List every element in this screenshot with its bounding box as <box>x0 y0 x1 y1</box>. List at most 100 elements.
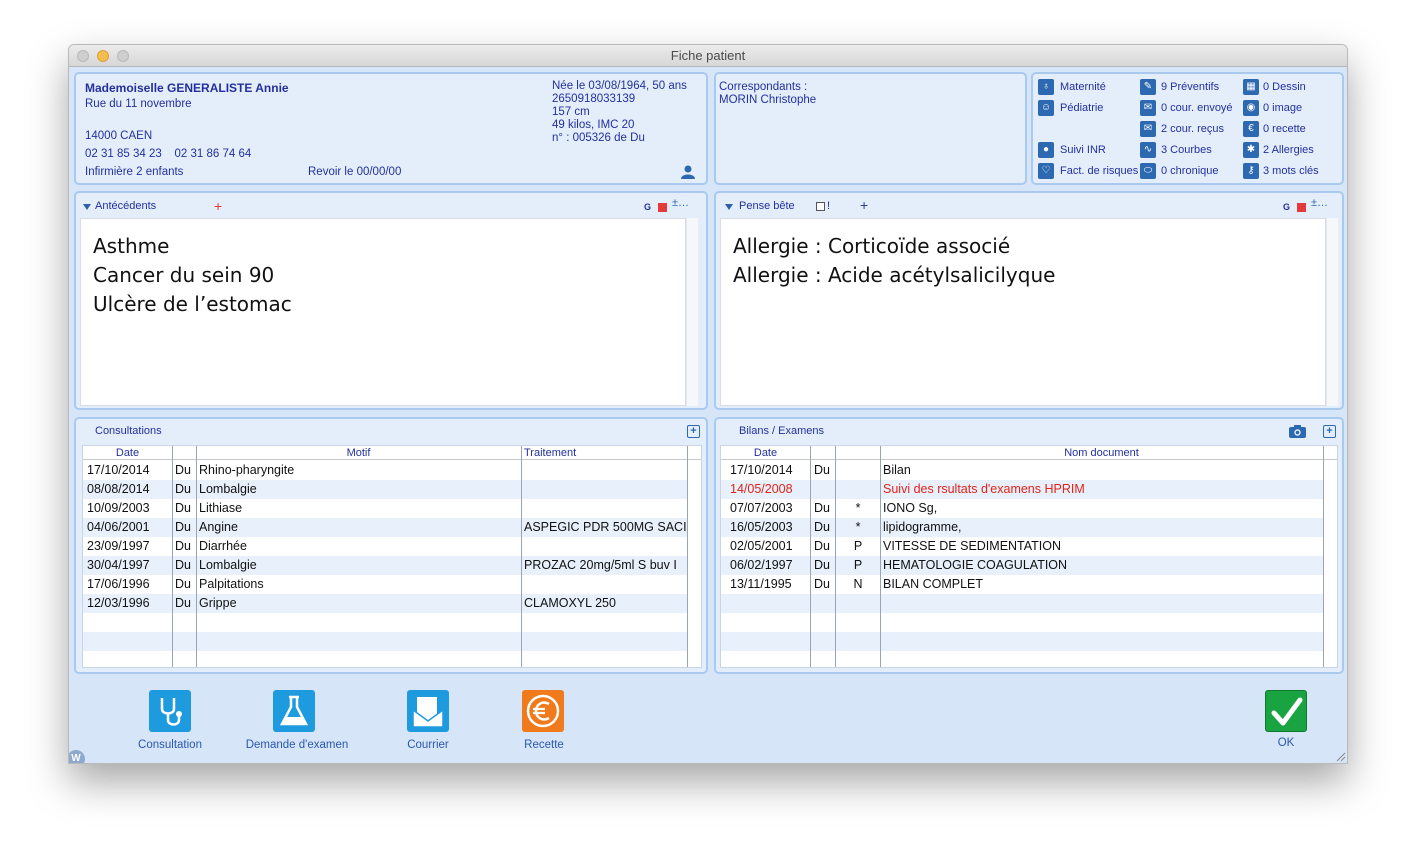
antecedents-color-icon[interactable] <box>658 203 667 212</box>
table-row[interactable] <box>721 651 1323 667</box>
table-row[interactable]: 12/03/1996 Du Grippe CLAMOXYL 250 <box>83 594 688 613</box>
envelope-received-icon[interactable]: ✉ <box>1140 121 1156 137</box>
pense-bete-scrollbar[interactable] <box>1326 218 1338 406</box>
zoom-window-button[interactable] <box>117 50 129 62</box>
close-window-button[interactable] <box>77 50 89 62</box>
add-bilan-icon[interactable]: + <box>1323 425 1336 438</box>
table-row[interactable]: 16/05/2003 Du * lipidogramme, <box>721 518 1323 537</box>
stat-dessin[interactable]: 0 Dessin <box>1263 79 1306 95</box>
consultation-button[interactable] <box>149 690 191 732</box>
recette-button[interactable] <box>522 690 564 732</box>
euro-icon[interactable]: € <box>1243 121 1259 137</box>
stat-risk-factors[interactable]: Fact. de risques <box>1060 163 1138 179</box>
table-cell: 04/06/2001 <box>87 520 150 534</box>
collapse-triangle-icon[interactable] <box>725 204 733 210</box>
recette-label[interactable]: Recette <box>499 739 589 751</box>
table-row[interactable]: 04/06/2001 Du Angine ASPEGIC PDR 500MG SACI <box>83 518 688 537</box>
pense-bete-color-icon[interactable] <box>1297 203 1306 212</box>
stat-mots-cles[interactable]: 3 mots clés <box>1263 163 1319 179</box>
stat-maternite[interactable]: Maternité <box>1060 79 1106 95</box>
table-row[interactable]: 23/09/1997 Du Diarrhée <box>83 537 688 556</box>
stat-recette[interactable]: 0 recette <box>1263 121 1306 137</box>
corner-badge[interactable]: W <box>69 750 85 763</box>
table-row[interactable] <box>83 613 688 632</box>
table-row[interactable] <box>721 632 1323 651</box>
add-pense-bete-button[interactable]: + <box>860 197 868 213</box>
font-size-icon[interactable]: ±… <box>1311 197 1328 209</box>
table-row[interactable] <box>721 613 1323 632</box>
stat-courbes[interactable]: 3 Courbes <box>1161 142 1212 158</box>
demande-examen-button[interactable] <box>273 690 315 732</box>
stat-pediatrie[interactable]: Pédiatrie <box>1060 100 1103 116</box>
stat-courrier-envoye[interactable]: 0 cour. envoyé <box>1161 100 1233 116</box>
syringe-icon[interactable]: ✎ <box>1140 79 1156 95</box>
chart-curve-icon[interactable]: ∿ <box>1140 142 1156 158</box>
pense-bete-editor[interactable]: Allergie : Corticoïde associé Allergie :… <box>720 218 1326 406</box>
antecedents-editor[interactable]: Asthme Cancer du sein 90 Ulcère de l’est… <box>80 218 686 406</box>
add-antecedent-button[interactable]: + <box>214 198 222 214</box>
patient-street: Rue du 11 novembre <box>85 98 192 110</box>
courrier-label[interactable]: Courrier <box>383 739 473 751</box>
pense-bete-g-button[interactable]: G <box>1283 202 1290 212</box>
antecedents-g-button[interactable]: G <box>644 202 651 212</box>
maternity-icon[interactable]: ♁ <box>1038 79 1054 95</box>
stat-courrier-recus[interactable]: 2 cour. reçus <box>1161 121 1224 137</box>
patient-name[interactable]: Mademoiselle GENERALISTE Annie <box>85 81 289 95</box>
table-row[interactable]: 30/04/1997 Du Lombalgie PROZAC 20mg/5ml S b… <box>83 556 688 575</box>
table-cell: Du <box>814 539 830 553</box>
table-row[interactable]: 17/10/2014 Du Rhino-pharyngite <box>83 461 688 480</box>
correspondant-name[interactable]: MORIN Christophe <box>719 93 816 107</box>
table-cell: Du <box>814 520 830 534</box>
add-consultation-icon[interactable]: + <box>687 425 700 438</box>
pense-bete-panel: Pense bête ! + G ±… Allergie : Corticoïd… <box>714 191 1344 410</box>
table-cell: 10/09/2003 <box>87 501 150 515</box>
stat-image[interactable]: 0 image <box>1263 100 1302 116</box>
ok-label[interactable]: OK <box>1261 737 1311 749</box>
heart-icon[interactable]: ♡ <box>1038 163 1054 179</box>
table-row[interactable]: 13/11/1995 Du N BILAN COMPLET <box>721 575 1323 594</box>
consultation-label[interactable]: Consultation <box>123 739 217 751</box>
table-row[interactable]: 14/05/2008 Suivi des rsultats d'examens H… <box>721 480 1323 499</box>
camera-icon[interactable]: ◉ <box>1243 100 1259 116</box>
pense-bete-checkbox[interactable] <box>816 202 825 211</box>
pill-icon[interactable]: ⬭ <box>1140 163 1156 179</box>
column-header-motif[interactable]: Motif <box>196 446 521 460</box>
antecedents-scrollbar[interactable] <box>686 218 698 406</box>
table-cell: 14/05/2008 <box>730 482 793 496</box>
demande-examen-label[interactable]: Demande d'examen <box>237 739 357 751</box>
stat-chronique[interactable]: 0 chronique <box>1161 163 1219 179</box>
stat-preventifs[interactable]: 9 Préventifs <box>1161 79 1219 95</box>
table-row[interactable]: 06/02/1997 Du P HEMATOLOGIE COAGULATION <box>721 556 1323 575</box>
resize-grip-icon[interactable] <box>1334 750 1346 762</box>
ok-button[interactable] <box>1265 690 1307 732</box>
minimize-window-button[interactable] <box>97 50 109 62</box>
table-row[interactable] <box>721 594 1323 613</box>
allergy-cat-icon[interactable]: ✱ <box>1243 142 1259 158</box>
letter-icon <box>412 697 444 728</box>
table-row[interactable] <box>83 651 688 667</box>
column-header-date[interactable]: Date <box>721 446 810 460</box>
user-icon[interactable] <box>680 164 696 180</box>
inr-drop-icon[interactable]: ● <box>1038 142 1054 158</box>
column-header-date[interactable]: Date <box>83 446 172 460</box>
envelope-sent-icon[interactable]: ✉ <box>1140 100 1156 116</box>
table-row[interactable]: 08/08/2014 Du Lombalgie <box>83 480 688 499</box>
drawing-icon[interactable]: ▦ <box>1243 79 1259 95</box>
collapse-triangle-icon[interactable] <box>83 204 91 210</box>
table-row[interactable]: 02/05/2001 Du P VITESSE DE SEDIMENTATION <box>721 537 1323 556</box>
table-row[interactable]: 17/10/2014 Du Bilan <box>721 461 1323 480</box>
column-header-nom-document[interactable]: Nom document <box>880 446 1323 460</box>
stat-allergies[interactable]: 2 Allergies <box>1263 142 1314 158</box>
font-size-icon[interactable]: ±… <box>672 197 689 209</box>
table-row[interactable]: 07/07/2003 Du * IONO Sg, <box>721 499 1323 518</box>
camera-icon[interactable] <box>1288 424 1307 439</box>
revoir-date[interactable]: Revoir le 00/00/00 <box>308 165 401 179</box>
table-row[interactable]: 17/06/1996 Du Palpitations <box>83 575 688 594</box>
pediatrics-icon[interactable]: ☺ <box>1038 100 1054 116</box>
table-row[interactable] <box>83 632 688 651</box>
courrier-button[interactable] <box>407 690 449 732</box>
stat-suivi-inr[interactable]: Suivi INR <box>1060 142 1106 158</box>
key-icon[interactable]: ⚷ <box>1243 163 1259 179</box>
table-row[interactable]: 10/09/2003 Du Lithiase <box>83 499 688 518</box>
column-header-traitement[interactable]: Traitement <box>522 446 592 460</box>
